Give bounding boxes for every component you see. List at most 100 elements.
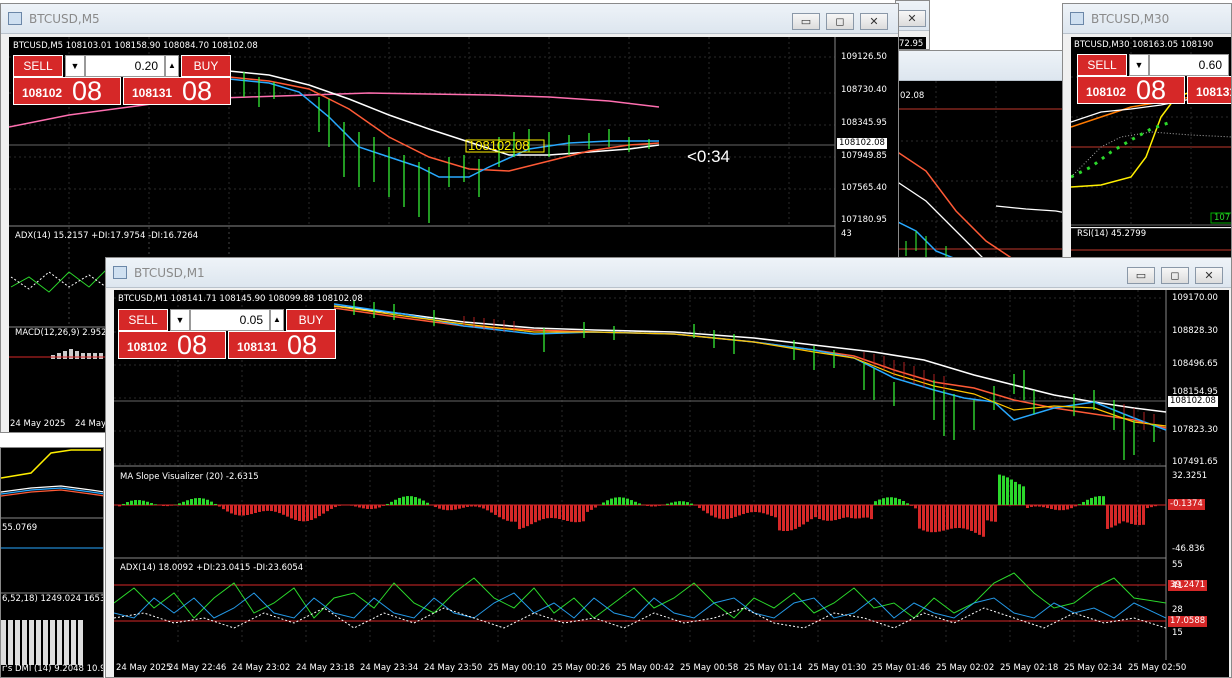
- histogram-bar: [846, 505, 849, 518]
- chart-window-background-2[interactable]: 02.08: [895, 50, 1065, 260]
- histogram-bar: [810, 505, 813, 520]
- date-label: 25 May 02:18: [1000, 663, 1059, 673]
- title-bar[interactable]: BTCUSD,M5: [1, 4, 898, 34]
- buy-button[interactable]: BUY: [286, 309, 336, 331]
- histogram-bar: [390, 501, 393, 505]
- ask-price[interactable]: 108131 08: [123, 77, 231, 105]
- histogram-bar: [622, 497, 625, 505]
- histogram-bar: [774, 505, 777, 518]
- price-scale-3: 108496.65: [1172, 359, 1218, 369]
- ask-price[interactable]: 108131: [1187, 76, 1231, 104]
- histogram-bar: [982, 505, 985, 537]
- histogram-bar: [450, 505, 453, 511]
- histogram-bar: [842, 505, 845, 518]
- bid-price[interactable]: 108102 08: [118, 331, 226, 359]
- histogram-bar: [230, 505, 233, 514]
- histogram-bar: [526, 505, 529, 527]
- price-chart-area[interactable]: BTCUSD,M1 108141.71 108145.90 108099.88 …: [114, 290, 1229, 677]
- restore-button[interactable]: ◻: [826, 13, 854, 30]
- histogram-bar: [882, 498, 885, 505]
- histogram-bar: [234, 505, 237, 515]
- histogram-bar: [898, 499, 901, 505]
- chart-window-background[interactable]: ✕ 72.95: [895, 0, 930, 50]
- title-bar[interactable]: BTCUSD,M1: [106, 258, 1231, 288]
- sell-button[interactable]: SELL: [13, 55, 63, 77]
- histogram-bar: [990, 505, 993, 522]
- minimize-button[interactable]: ▭: [1127, 267, 1155, 284]
- histogram-bar: [862, 505, 865, 518]
- lot-size-input[interactable]: 0.05: [190, 309, 270, 331]
- title-bar[interactable]: BTCUSD,M30: [1063, 4, 1231, 34]
- histogram-bar: [190, 498, 193, 505]
- lot-dropdown[interactable]: ▼: [170, 309, 190, 331]
- chart-area[interactable]: 02.08: [896, 81, 1064, 259]
- histogram-bar: [962, 505, 965, 529]
- histogram-bar: [1094, 496, 1097, 505]
- title-bar[interactable]: [896, 51, 1064, 81]
- one-click-trading-panel[interactable]: SELL ▼ 0.60 108102 08 108131: [1077, 54, 1231, 104]
- histogram-bar: [262, 505, 265, 512]
- one-click-trading-panel[interactable]: SELL ▼ 0.05 ▲ BUY 108102 08 108131 08: [118, 309, 338, 359]
- histogram-bar: [874, 501, 877, 505]
- histogram-bar: [438, 505, 441, 509]
- histogram-bar: [994, 505, 997, 522]
- histogram-bar: [926, 505, 929, 532]
- bid-price[interactable]: 108102 08: [13, 77, 121, 105]
- lot-increase[interactable]: ▲: [270, 309, 284, 331]
- histogram-bar: [302, 505, 305, 522]
- chart-area[interactable]: 72.95: [896, 37, 926, 49]
- lot-size-input[interactable]: 0.20: [85, 55, 165, 77]
- sell-button[interactable]: SELL: [1077, 54, 1127, 76]
- chart-header: BTCUSD,M5 108103.01 108158.90 108084.70 …: [13, 41, 258, 51]
- histogram-bar: [738, 505, 741, 516]
- bid-price[interactable]: 108102 08: [1077, 76, 1185, 104]
- histogram-bar: [726, 505, 729, 519]
- histogram-bar: [834, 505, 837, 521]
- histogram-bar: [1122, 505, 1125, 522]
- histogram-bar: [770, 505, 773, 516]
- lot-size-input[interactable]: 0.60: [1149, 54, 1229, 76]
- lot-increase[interactable]: ▲: [165, 55, 179, 77]
- histogram-bar: [1038, 505, 1041, 507]
- histogram-bar: [894, 497, 897, 505]
- histogram-bar: [170, 505, 173, 506]
- histogram-bar: [386, 503, 389, 505]
- restore-button[interactable]: ◻: [1161, 267, 1189, 284]
- histogram-bar: [914, 505, 917, 509]
- histogram-bar: [242, 505, 245, 516]
- chart-window-m1[interactable]: BTCUSD,M1 ▭ ◻ ✕ BTCUSD,M1 108141.71 1081…: [105, 257, 1232, 678]
- histogram-bar: [1046, 505, 1049, 509]
- histogram-bar: [186, 500, 189, 505]
- histogram-bar: [1142, 505, 1145, 525]
- histogram-bar: [318, 505, 321, 517]
- lot-dropdown[interactable]: ▼: [1129, 54, 1149, 76]
- sell-button[interactable]: SELL: [118, 309, 168, 331]
- one-click-trading-panel[interactable]: SELL ▼ 0.20 ▲ BUY 108102 08 108131 08: [13, 55, 233, 105]
- chart-area[interactable]: 107 BTCUSD,M30 108163.05 108190 SELL ▼ 0…: [1071, 37, 1231, 227]
- buy-button[interactable]: BUY: [181, 55, 231, 77]
- histogram-bar: [530, 505, 533, 525]
- histogram-bar: [818, 505, 821, 520]
- histogram-bar: [118, 505, 121, 507]
- histogram-bar: [674, 501, 677, 505]
- macd-label: MACD(12,26,9) 2.952: [15, 328, 107, 338]
- chart-window-m30[interactable]: BTCUSD,M30 107 BTCUSD,M30 108163.05 1081…: [1062, 3, 1232, 263]
- histogram-bar: [378, 505, 381, 508]
- histogram-bar: [1102, 496, 1105, 505]
- histogram-bar: [702, 505, 705, 511]
- histogram-bar: [966, 505, 969, 530]
- ask-price[interactable]: 108131 08: [228, 331, 336, 359]
- close-button[interactable]: ✕: [898, 10, 926, 27]
- close-button[interactable]: ✕: [1195, 267, 1223, 284]
- histogram-bar: [426, 502, 429, 505]
- adx-level-low: 17.0588: [1168, 616, 1208, 627]
- chart-window-icon: [113, 266, 127, 279]
- adx-scale-1: 55: [1172, 560, 1183, 570]
- lot-dropdown[interactable]: ▼: [65, 55, 85, 77]
- histogram-bar: [222, 505, 225, 510]
- chart-window-icon: [1070, 12, 1084, 25]
- close-button[interactable]: ✕: [860, 13, 888, 30]
- chart-window-left-strip[interactable]: 55.0769 6,52,18) 1249.024 1653.6 r's DMI…: [0, 447, 104, 678]
- minimize-button[interactable]: ▭: [792, 13, 820, 30]
- histogram-bar: [138, 500, 141, 505]
